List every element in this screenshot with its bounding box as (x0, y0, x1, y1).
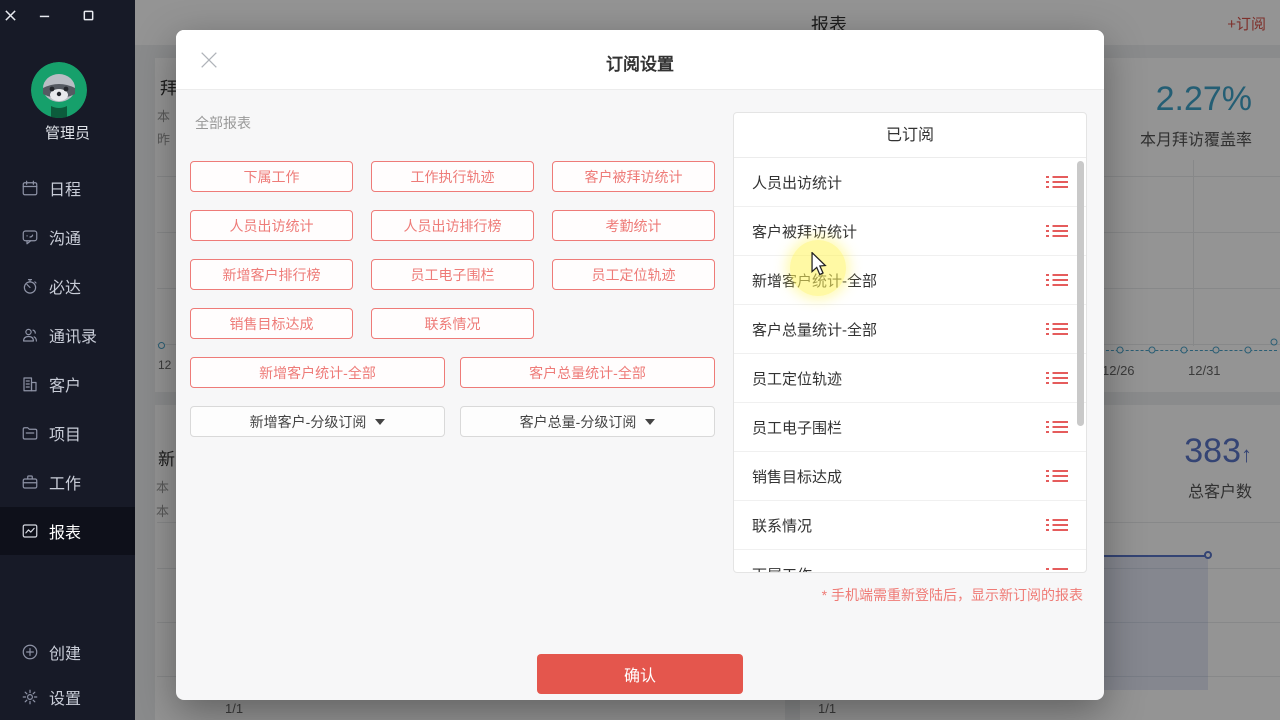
list-icon[interactable] (1046, 271, 1068, 289)
report-button[interactable]: 考勤统计 (552, 210, 715, 241)
window-maximize-button[interactable] (78, 6, 98, 24)
list-icon[interactable] (1046, 516, 1068, 534)
subscribed-item[interactable]: 客户被拜访统计 (734, 207, 1086, 256)
sidebar-item-label: 必达 (49, 274, 81, 298)
chevron-down-icon (645, 419, 655, 425)
dialog-header: 订阅设置 (176, 30, 1104, 90)
contacts-icon (21, 326, 39, 344)
calendar-icon (21, 179, 39, 197)
subscribed-item[interactable]: 销售目标达成 (734, 452, 1086, 501)
subscribed-item-label: 客户被拜访统计 (752, 221, 857, 242)
subscription-settings-dialog: 订阅设置 全部报表 下属工作 工作执行轨迹 客户被拜访统计 人员出访统计 人员出… (176, 30, 1104, 700)
list-icon[interactable] (1046, 467, 1068, 485)
subscribed-item[interactable]: 新增客户统计-全部 (734, 256, 1086, 305)
sidebar-item-label: 日程 (49, 176, 81, 200)
mobile-relogin-note: * 手机端需重新登陆后，显示新订阅的报表 (822, 585, 1083, 605)
chat-icon (21, 228, 39, 246)
sidebar-item-label: 客户 (49, 372, 81, 396)
sidebar-item-label: 沟通 (49, 225, 81, 249)
list-icon[interactable] (1046, 320, 1068, 338)
sidebar-item-create[interactable]: 创建 (0, 628, 135, 676)
gear-icon (21, 688, 39, 706)
list-icon[interactable] (1046, 418, 1068, 436)
list-icon[interactable] (1046, 173, 1068, 191)
report-button[interactable]: 新增客户排行榜 (190, 259, 353, 290)
sidebar: 管理员 日程 沟通 必达 通讯录 客户 项目 工作 报表 创建 设置 (0, 0, 135, 720)
sidebar-item-settings[interactable]: 设置 (0, 673, 135, 720)
stopwatch-icon (21, 277, 39, 295)
subscribed-item-label: 员工定位轨迹 (752, 368, 842, 389)
confirm-button[interactable]: 确认 (537, 654, 743, 694)
subscribed-item[interactable]: 人员出访统计 (734, 158, 1086, 207)
chevron-down-icon (375, 419, 385, 425)
sidebar-item-projects[interactable]: 项目 (0, 409, 135, 457)
all-reports-label: 全部报表 (195, 113, 251, 133)
report-button[interactable]: 工作执行轨迹 (371, 161, 534, 192)
dropdown-label: 新增客户-分级订阅 (250, 412, 367, 432)
sidebar-item-reports[interactable]: 报表 (0, 507, 135, 555)
sidebar-item-label: 项目 (49, 421, 81, 445)
subscribed-item-label: 员工电子围栏 (752, 417, 842, 438)
briefcase-icon (21, 473, 39, 491)
list-icon[interactable] (1046, 222, 1068, 240)
sidebar-item-schedule[interactable]: 日程 (0, 164, 135, 212)
subscribed-item[interactable]: 员工电子围栏 (734, 403, 1086, 452)
subscribed-item[interactable]: 客户总量统计-全部 (734, 305, 1086, 354)
list-icon[interactable] (1046, 565, 1068, 573)
dialog-title: 订阅设置 (176, 50, 1104, 75)
subscribed-item-label: 联系情况 (752, 515, 812, 536)
report-button-wide[interactable]: 客户总量统计-全部 (460, 357, 715, 388)
sidebar-item-contacts[interactable]: 通讯录 (0, 311, 135, 359)
list-icon[interactable] (1046, 369, 1068, 387)
customers-icon (21, 375, 39, 393)
report-button[interactable]: 人员出访统计 (190, 210, 353, 241)
report-button[interactable]: 人员出访排行榜 (371, 210, 534, 241)
subscribed-panel: 已订阅 人员出访统计 客户被拜访统计 新增客户统计-全部 客户总量统计-全部 员… (733, 112, 1087, 573)
tiered-subscription-dropdown[interactable]: 客户总量-分级订阅 (460, 406, 715, 437)
plus-circle-icon (21, 643, 39, 661)
report-button[interactable]: 销售目标达成 (190, 308, 353, 339)
sidebar-item-label: 设置 (49, 685, 81, 709)
report-button[interactable]: 员工电子围栏 (371, 259, 534, 290)
sidebar-item-customers[interactable]: 客户 (0, 360, 135, 408)
tiered-subscription-dropdown[interactable]: 新增客户-分级订阅 (190, 406, 445, 437)
subscribed-title: 已订阅 (734, 113, 1086, 158)
sidebar-item-label: 工作 (49, 470, 81, 494)
report-button[interactable]: 联系情况 (371, 308, 534, 339)
subscribed-item[interactable]: 员工定位轨迹 (734, 354, 1086, 403)
sidebar-item-label: 通讯录 (49, 323, 97, 347)
dropdown-label: 客户总量-分级订阅 (520, 412, 637, 432)
report-button-wide[interactable]: 新增客户统计-全部 (190, 357, 445, 388)
report-icon (21, 522, 39, 540)
sidebar-item-communication[interactable]: 沟通 (0, 213, 135, 261)
sidebar-item-label: 报表 (49, 519, 81, 543)
subscribed-item-label: 人员出访统计 (752, 172, 842, 193)
report-button[interactable]: 员工定位轨迹 (552, 259, 715, 290)
window-minimize-button[interactable] (34, 6, 54, 24)
report-button[interactable]: 下属工作 (190, 161, 353, 192)
scrollbar-thumb[interactable] (1077, 161, 1084, 426)
avatar[interactable] (31, 62, 87, 118)
sidebar-item-label: 创建 (49, 640, 81, 664)
subscribed-item-label: 下属工作 (752, 564, 812, 574)
sidebar-item-bida[interactable]: 必达 (0, 262, 135, 310)
projects-icon (21, 424, 39, 442)
sidebar-item-work[interactable]: 工作 (0, 458, 135, 506)
subscribed-item-label: 销售目标达成 (752, 466, 842, 487)
subscribed-item[interactable]: 下属工作 (734, 550, 1086, 573)
window-close-button[interactable] (0, 6, 20, 24)
report-button[interactable]: 客户被拜访统计 (552, 161, 715, 192)
mouse-cursor (808, 252, 830, 281)
subscribed-item-label: 客户总量统计-全部 (752, 319, 877, 340)
user-name: 管理员 (0, 122, 135, 143)
subscribed-item[interactable]: 联系情况 (734, 501, 1086, 550)
